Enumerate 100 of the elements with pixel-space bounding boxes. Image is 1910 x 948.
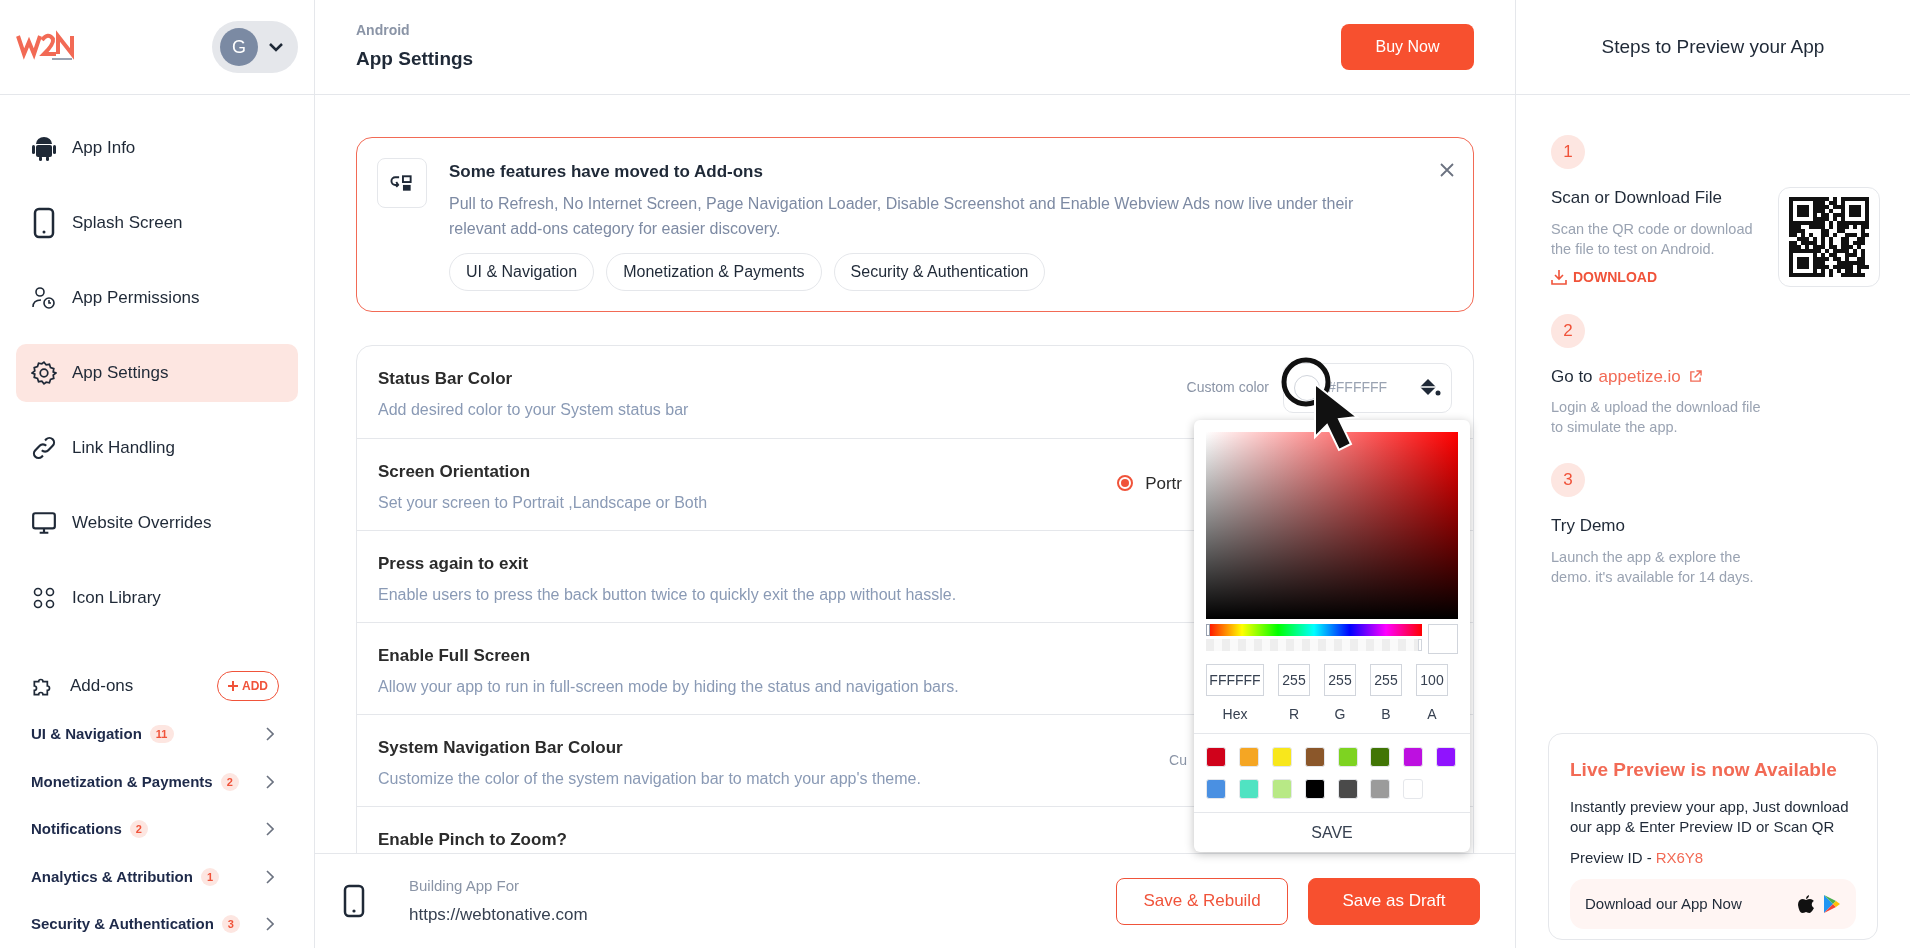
setting-description: Enable users to press the back button twice to quickly exit the app without hassle. <box>378 585 957 605</box>
platform-label: Android <box>356 21 411 41</box>
grid-icon <box>32 586 56 610</box>
color-swatch[interactable] <box>1271 779 1292 799</box>
chevron-right-icon <box>266 727 274 742</box>
step-description: Scan the QR code or download the file to test on Android. <box>1551 219 1754 259</box>
step-number: 2 <box>1551 313 1585 348</box>
color-swatch[interactable] <box>1337 779 1358 799</box>
download-link[interactable]: DOWNLOAD <box>1551 266 1773 288</box>
saturation-area[interactable] <box>1206 432 1458 619</box>
field-label: Custom color <box>1186 378 1269 397</box>
color-swatch[interactable] <box>1238 779 1259 799</box>
step-number: 1 <box>1551 135 1585 169</box>
phone-icon <box>33 207 55 239</box>
field-label: R <box>1288 705 1300 724</box>
color-swatch[interactable] <box>1206 747 1226 767</box>
setting-description: Set your screen to Portrait ,Landscape or Both <box>378 493 708 513</box>
live-preview-title: Live Preview is now Available <box>1570 758 1838 782</box>
addon-category[interactable]: UI & Navigation 11 <box>31 723 274 746</box>
preview-id: RX6Y8 <box>1655 847 1704 868</box>
step-title: Try Demo <box>1551 515 1626 537</box>
color-value-field[interactable]: FFFFFF <box>1206 664 1264 696</box>
radio-option[interactable]: Portr <box>1117 470 1182 496</box>
setting-title: Enable Full Screen <box>378 644 532 667</box>
color-swatch[interactable] <box>1370 779 1391 799</box>
color-swatch[interactable] <box>1304 747 1325 767</box>
color-swatch[interactable] <box>1403 779 1424 799</box>
phone-icon <box>343 884 365 918</box>
field-label: Cu <box>1169 750 1187 770</box>
save-button[interactable]: SAVE <box>1194 812 1470 852</box>
field-label: G <box>1334 705 1346 724</box>
sidebar-item[interactable]: App Settings <box>16 344 298 402</box>
download-app-banner[interactable]: Download our App Now <box>1570 879 1856 929</box>
step-description: Login & upload the download file to simulate the app. <box>1551 398 1762 437</box>
alpha-slider[interactable] <box>1206 639 1422 651</box>
setting-description: Add desired color to your System status bar <box>378 400 689 420</box>
sidebar-item[interactable]: Splash Screen <box>16 194 298 252</box>
setting-description: Allow your app to run in full-screen mode by hiding the status and navigation bars. <box>378 677 959 697</box>
notice-text: Pull to Refresh, No Internet Screen, Page Navigation Loader, Disable Screenshot and Enable Webview Ads now live under their relevant add-ons category for easier discovery. <box>449 193 1355 239</box>
sidebar-item[interactable]: App Permissions <box>16 269 298 327</box>
page-title: App Settings <box>356 47 474 72</box>
notice-title: Some features have moved to Add-ons <box>449 161 763 183</box>
addons-heading: Add-ons <box>70 675 134 698</box>
link-icon <box>31 435 57 461</box>
color-swatch[interactable] <box>1304 779 1325 799</box>
step-number: 3 <box>1551 463 1585 497</box>
apple-icon[interactable] <box>1797 894 1815 914</box>
color-swatch[interactable] <box>1337 747 1358 767</box>
radio-button[interactable] <box>1117 475 1134 492</box>
color-swatch[interactable] <box>1403 747 1424 767</box>
monitor-icon <box>31 510 57 536</box>
settings-icon <box>31 360 57 386</box>
sidebar-item[interactable]: Link Handling <box>16 419 298 477</box>
setting-title: Status Bar Color <box>378 367 514 390</box>
field-label: B <box>1381 705 1391 724</box>
avatar: G <box>220 28 258 66</box>
field-label: A <box>1427 705 1437 724</box>
addon-category[interactable]: Security & Authentication 3 <box>31 913 274 936</box>
close-icon[interactable] <box>1439 162 1455 178</box>
building-label: Building App For <box>409 876 521 896</box>
chevron-right-icon <box>266 917 274 932</box>
color-swatch[interactable] <box>1238 747 1259 767</box>
step-description: Launch the app & explore the demo. it's available for 14 days. <box>1551 547 1755 587</box>
color-value-field[interactable]: 255 <box>1370 664 1402 696</box>
color-value-field[interactable]: 100 <box>1416 664 1448 696</box>
addon-category[interactable]: Notifications 2 <box>31 818 274 841</box>
save-rebuild-button[interactable]: Save & Rebuild <box>1116 877 1288 925</box>
download-icon <box>1551 269 1567 285</box>
color-swatch[interactable] <box>1436 747 1457 767</box>
count-badge: 11 <box>149 725 174 744</box>
panel-title: Steps to Preview your App <box>1601 34 1825 59</box>
chevron-down-icon <box>268 42 284 52</box>
count-badge: 1 <box>200 867 220 886</box>
download-app-text: Download our App Now <box>1585 893 1742 914</box>
hue-slider[interactable] <box>1206 624 1422 636</box>
color-swatch[interactable] <box>1271 747 1292 767</box>
sidebar-item[interactable]: App Info <box>16 119 298 177</box>
addon-category[interactable]: Analytics & Attribution 1 <box>31 865 274 888</box>
chevron-right-icon <box>266 822 274 837</box>
add-ons-icon <box>377 158 427 208</box>
color-swatch[interactable] <box>1370 747 1391 767</box>
color-value-field[interactable]: 255 <box>1278 664 1310 696</box>
count-badge: 2 <box>129 820 148 839</box>
chevron-right-icon <box>266 774 274 789</box>
sidebar-item[interactable]: Website Overrides <box>16 494 298 552</box>
user-clock-icon <box>31 285 57 311</box>
app-url: https://webtonative.com <box>409 903 588 926</box>
sidebar-item[interactable]: Icon Library <box>16 569 298 627</box>
account-menu[interactable]: G <box>212 21 298 73</box>
play-store-icon[interactable] <box>1823 894 1841 914</box>
addon-category[interactable]: Monetization & Payments 2 <box>31 770 274 793</box>
color-value-field[interactable]: 255 <box>1324 664 1356 696</box>
hue-thumb[interactable] <box>1206 624 1210 636</box>
external-link-icon <box>1688 369 1702 383</box>
setting-description: Customize the color of the system navigation bar to match your app's theme. <box>378 769 921 789</box>
count-badge: 3 <box>221 915 240 934</box>
live-preview-text: Instantly preview your app, Just download our app & Enter Preview ID or Scan QR <box>1570 796 1850 837</box>
setting-title: Enable Pinch to Zoom? <box>378 828 567 851</box>
step-title: Go to <box>1551 365 1593 388</box>
color-swatch[interactable] <box>1206 779 1226 799</box>
